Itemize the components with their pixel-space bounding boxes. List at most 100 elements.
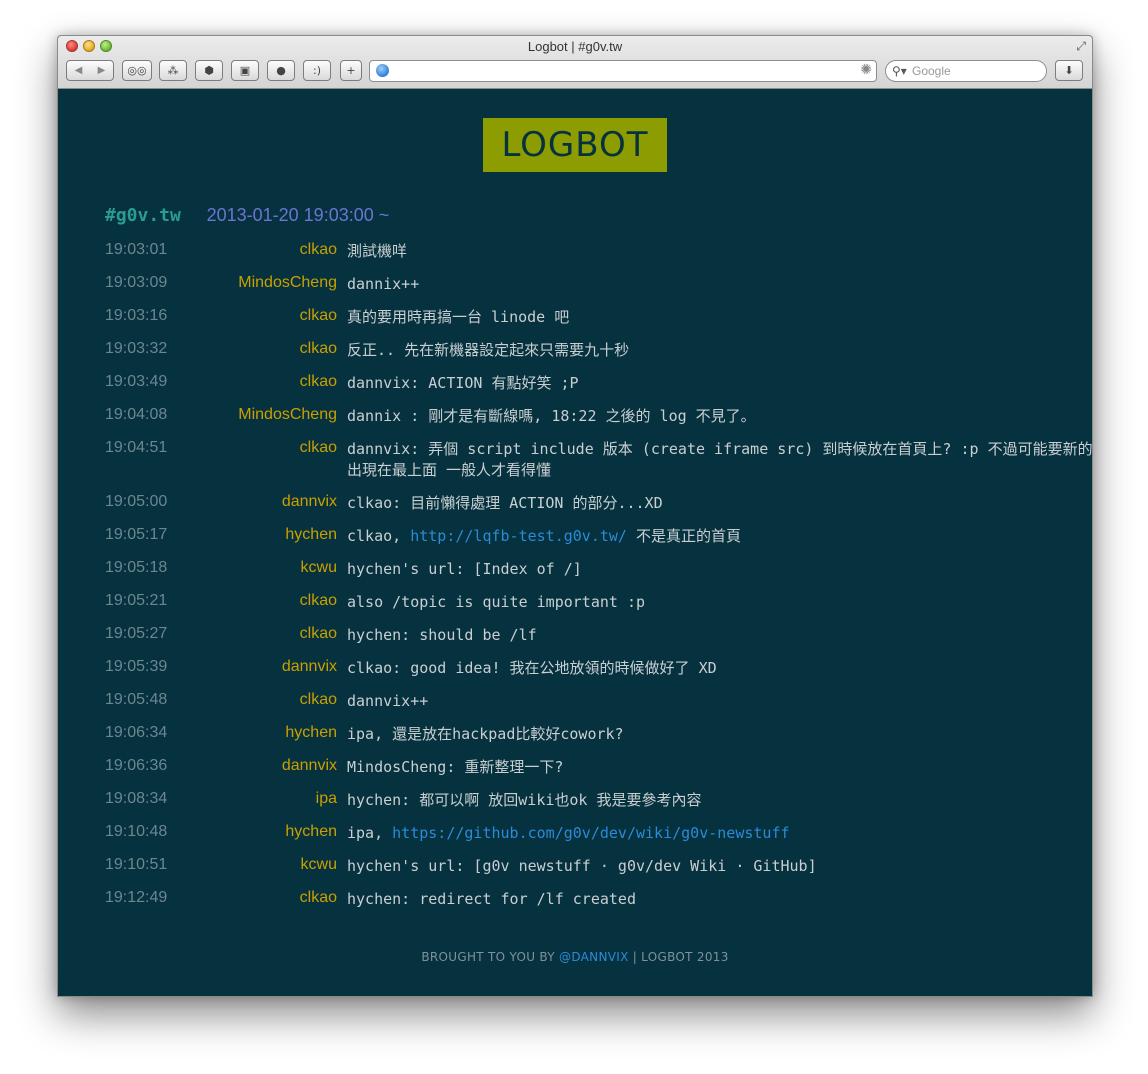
log-row: 19:10:51 kcwu hychen's url: [g0v newstuff … xyxy=(105,856,1055,889)
message-link[interactable]: http://lqfb-test.g0v.tw/ xyxy=(410,527,627,545)
message-nick: clkao xyxy=(299,889,337,906)
message-time[interactable]: 19:05:27 xyxy=(105,625,185,643)
log-row: 19:03:49 clkao dannvix: ACTION 有點好笑 ;P xyxy=(105,373,1055,406)
message-nick: kcwu xyxy=(300,856,337,873)
window-title: Logbot | #g0v.tw xyxy=(527,39,623,54)
message-text: hychen: 都可以啊 放回wiki也ok 我是要參考內容 xyxy=(347,791,702,809)
message-nick: dannvix xyxy=(281,757,337,774)
footer: BROUGHT TO YOU BY @DANNVIX | LOGBOT 2013 xyxy=(58,950,1092,964)
forward-icon[interactable]: ▶ xyxy=(98,65,106,76)
message-text: clkao: 目前懶得處理 ACTION 的部分...XD xyxy=(347,494,663,512)
log-row: 19:05:21 clkao also /topic is quite import… xyxy=(105,592,1055,625)
message-nick: clkao xyxy=(299,691,337,708)
message-time[interactable]: 19:05:48 xyxy=(105,691,185,709)
extensions-button[interactable]: ⁂ xyxy=(159,60,187,81)
message-text: hychen's url: [Index of /] xyxy=(347,560,582,578)
message-nick: ipa xyxy=(315,790,337,807)
extension-button-1[interactable]: ⬢ xyxy=(195,60,223,81)
message-text: clkao: good idea! 我在公地放領的時候做好了 XD xyxy=(347,659,717,677)
message-time[interactable]: 19:05:21 xyxy=(105,592,185,610)
fullscreen-icon[interactable]: ⤢ xyxy=(1076,39,1086,54)
message-link[interactable]: https://github.com/g0v/dev/wiki/g0v-news… xyxy=(392,824,789,842)
message-time[interactable]: 19:05:17 xyxy=(105,526,185,544)
log-row: 19:05:48 clkao dannvix++ xyxy=(105,691,1055,724)
message-text: dannvix++ xyxy=(347,692,429,710)
message-time[interactable]: 19:12:49 xyxy=(105,889,185,907)
search-input[interactable]: ⚲▾ Google xyxy=(885,60,1047,82)
back-forward-buttons[interactable]: ◀ ▶ xyxy=(66,60,114,81)
log-row: 19:04:51 clkao dannvix: 弄個 script include … xyxy=(105,439,1092,493)
title-bar: Logbot | #g0v.tw ⤢ ◀ ▶ ◎◎ ⁂ ⬢ ▣ ● :) + ✺ xyxy=(58,36,1092,89)
message-time[interactable]: 19:03:49 xyxy=(105,373,185,391)
message-time[interactable]: 19:06:34 xyxy=(105,724,185,742)
message-time[interactable]: 19:06:36 xyxy=(105,757,185,775)
browser-window: Logbot | #g0v.tw ⤢ ◀ ▶ ◎◎ ⁂ ⬢ ▣ ● :) + ✺ xyxy=(57,35,1093,997)
message-text: also /topic is quite important :p xyxy=(347,593,646,611)
globe-icon xyxy=(376,64,389,77)
message-time[interactable]: 19:10:48 xyxy=(105,823,185,841)
reader-button[interactable]: ◎◎ xyxy=(122,60,152,81)
dannvix-link[interactable]: @DANNVIX xyxy=(559,950,629,964)
log-row: 19:05:00 dannvix clkao: 目前懶得處理 ACTION 的部分.… xyxy=(105,493,1055,526)
log-row: 19:03:32 clkao 反正.. 先在新機器設定起來只需要九十秒 xyxy=(105,340,1055,373)
message-nick: clkao xyxy=(299,340,337,357)
log-row: 19:03:16 clkao 真的要用時再搞一台 linode 吧 xyxy=(105,307,1055,340)
plus-icon: + xyxy=(346,64,356,77)
page-content: LOGBOT #g0v.tw 2013-01-20 19:03:00 ~ 19:… xyxy=(58,89,1092,996)
search-placeholder: Google xyxy=(912,64,951,78)
message-time[interactable]: 19:04:51 xyxy=(105,439,185,457)
reading-glasses-icon: ◎◎ xyxy=(127,64,147,77)
extension-button-3[interactable]: ● xyxy=(267,60,295,81)
log-row: 19:06:36 dannvix MindosCheng: 重新整理一下? xyxy=(105,757,1055,790)
message-time[interactable]: 19:10:51 xyxy=(105,856,185,874)
disc-icon: ● xyxy=(276,64,286,77)
logbot-logo[interactable]: LOGBOT xyxy=(483,118,667,172)
message-text-prefix: ipa, xyxy=(347,824,393,842)
message-nick: clkao xyxy=(299,592,337,609)
search-icon: ⚲▾ xyxy=(892,64,907,78)
screenshot-icon: ▣ xyxy=(239,64,251,77)
extension-button-4[interactable]: :) xyxy=(303,60,331,81)
footer-suffix: | LOGBOT 2013 xyxy=(628,950,729,964)
message-time[interactable]: 19:05:18 xyxy=(105,559,185,577)
downloads-button[interactable]: ⬇ xyxy=(1055,60,1083,81)
message-text: hychen: should be /lf xyxy=(347,626,537,644)
message-nick: clkao xyxy=(299,625,337,642)
log-row: 19:05:39 dannvix clkao: good idea! 我在公地放領的… xyxy=(105,658,1055,691)
message-time[interactable]: 19:05:39 xyxy=(105,658,185,676)
message-time[interactable]: 19:03:01 xyxy=(105,241,185,259)
message-nick: clkao xyxy=(299,373,337,390)
message-time[interactable]: 19:08:34 xyxy=(105,790,185,808)
message-nick: clkao xyxy=(299,241,337,258)
log-row: 19:03:09 MindosCheng dannix++ xyxy=(105,274,1055,307)
address-bar[interactable]: ✺ xyxy=(369,60,877,82)
message-text: clkao, http://lqfb-test.g0v.tw/ 不是真正的首頁 xyxy=(347,526,1092,547)
message-text: 反正.. 先在新機器設定起來只需要九十秒 xyxy=(347,341,630,359)
footer-prefix: BROUGHT TO YOU BY xyxy=(421,950,560,964)
log-row: 19:05:27 clkao hychen: should be /lf xyxy=(105,625,1055,658)
log-row: 19:04:08 MindosCheng dannix : 剛才是有斷線嗎, 18:… xyxy=(105,406,1055,439)
message-text: ipa, 還是放在hackpad比較好cowork? xyxy=(347,725,624,743)
message-text: dannvix: 弄個 script include 版本 (create if… xyxy=(347,440,1093,479)
back-icon[interactable]: ◀ xyxy=(75,65,83,76)
log-row: 19:03:01 clkao 測試機咩 xyxy=(105,241,1055,274)
message-time[interactable]: 19:03:32 xyxy=(105,340,185,358)
message-nick: clkao xyxy=(299,307,337,324)
log-row: 19:12:49 clkao hychen: redirect for /lf cr… xyxy=(105,889,1055,922)
log-date: 2013-01-20 19:03:00 ~ xyxy=(206,205,390,225)
message-time[interactable]: 19:05:00 xyxy=(105,493,185,511)
message-time[interactable]: 19:04:08 xyxy=(105,406,185,424)
message-time[interactable]: 19:03:09 xyxy=(105,274,185,292)
message-text: dannix : 剛才是有斷線嗎, 18:22 之後的 log 不見了。 xyxy=(347,407,756,425)
channel-name[interactable]: #g0v.tw xyxy=(105,205,181,226)
extension-button-2[interactable]: ▣ xyxy=(231,60,259,81)
message-nick: dannvix xyxy=(281,658,337,675)
message-nick: MindosCheng xyxy=(238,406,337,423)
log-row: 19:05:17 hychen clkao, http://lqfb-test.g0… xyxy=(105,526,1055,559)
message-nick: hychen xyxy=(285,526,337,543)
message-time[interactable]: 19:03:16 xyxy=(105,307,185,325)
log-row: 19:06:34 hychen ipa, 還是放在hackpad比較好cowork? xyxy=(105,724,1055,757)
add-bookmark-button[interactable]: + xyxy=(340,60,362,81)
log-row: 19:08:34 ipa hychen: 都可以啊 放回wiki也ok 我是要參考內… xyxy=(105,790,1055,823)
loading-spinner-icon: ✺ xyxy=(860,62,872,78)
